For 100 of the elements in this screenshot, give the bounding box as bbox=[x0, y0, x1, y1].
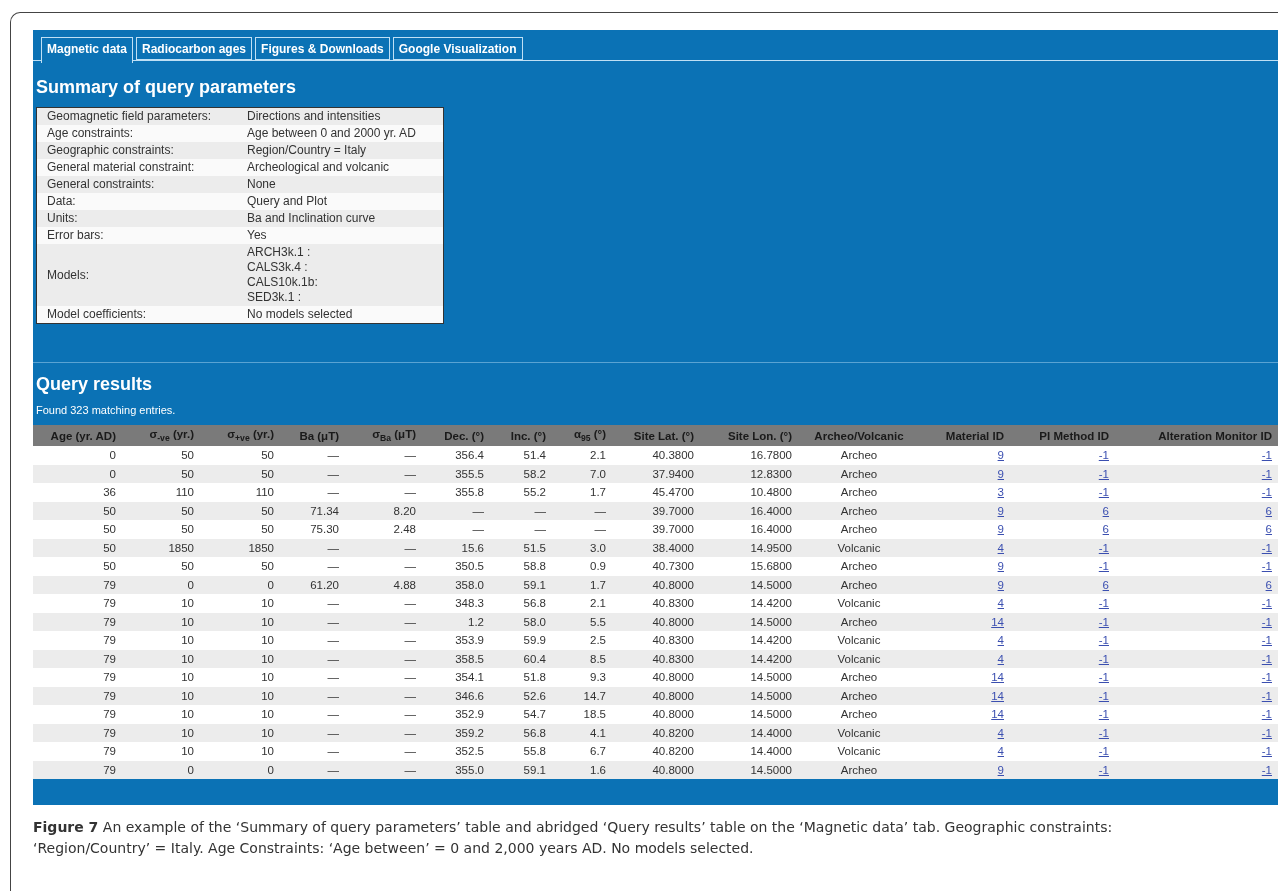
id-link[interactable]: 6 bbox=[1102, 523, 1109, 536]
id-link[interactable]: 14 bbox=[991, 689, 1004, 702]
id-link[interactable]: -1 bbox=[1098, 615, 1109, 628]
id-link[interactable]: -1 bbox=[1098, 560, 1109, 573]
table-cell: 79 bbox=[33, 668, 122, 687]
table-cell: Archeo bbox=[798, 686, 920, 706]
table-cell: 355.5 bbox=[422, 464, 490, 484]
id-link[interactable]: -1 bbox=[1261, 652, 1272, 665]
id-link[interactable]: 4 bbox=[997, 634, 1004, 647]
id-link[interactable]: -1 bbox=[1098, 467, 1109, 480]
id-link[interactable]: -1 bbox=[1261, 726, 1272, 739]
table-cell: 0 bbox=[122, 575, 200, 595]
table-cell: 14.4200 bbox=[700, 631, 798, 650]
id-link[interactable]: 3 bbox=[997, 486, 1004, 499]
id-link[interactable]: 9 bbox=[997, 578, 1004, 591]
table-cell: 56.8 bbox=[490, 723, 552, 743]
id-link[interactable]: -1 bbox=[1098, 708, 1109, 721]
table-cell: 14.5000 bbox=[700, 668, 798, 687]
id-link[interactable]: 6 bbox=[1102, 578, 1109, 591]
tab[interactable]: Google Visualization bbox=[392, 37, 523, 60]
parameter-value: None bbox=[247, 177, 277, 192]
id-link[interactable]: -1 bbox=[1261, 708, 1272, 721]
tab[interactable]: Radiocarbon ages bbox=[136, 37, 253, 60]
parameter-value: Region/Country = Italy bbox=[247, 143, 368, 158]
id-link[interactable]: 4 bbox=[997, 541, 1004, 554]
column-header: Ba (μT) bbox=[280, 425, 345, 447]
table-cell: 0 bbox=[122, 760, 200, 780]
id-link[interactable]: 6 bbox=[1265, 578, 1272, 591]
id-link[interactable]: 4 bbox=[997, 745, 1004, 758]
id-link[interactable]: -1 bbox=[1261, 467, 1272, 480]
id-link[interactable]: -1 bbox=[1098, 652, 1109, 665]
tab[interactable]: Magnetic data bbox=[41, 37, 133, 63]
table-cell: 55.2 bbox=[490, 483, 552, 502]
tab[interactable]: Figures & Downloads bbox=[255, 37, 390, 60]
table-cell: 354.1 bbox=[422, 668, 490, 687]
id-link[interactable]: 9 bbox=[997, 449, 1004, 462]
table-cell: Volcanic bbox=[798, 723, 920, 743]
id-link[interactable]: -1 bbox=[1098, 597, 1109, 610]
id-link[interactable]: -1 bbox=[1098, 745, 1109, 758]
column-header: Material ID bbox=[920, 425, 1010, 447]
table-cell: Archeo bbox=[798, 705, 920, 724]
id-link[interactable]: -1 bbox=[1261, 689, 1272, 702]
table-cell: 0 bbox=[200, 760, 280, 780]
table-cell: 79 bbox=[33, 612, 122, 632]
id-link[interactable]: 14 bbox=[991, 615, 1004, 628]
column-header: Site Lat. (°) bbox=[612, 425, 700, 447]
id-link[interactable]: 9 bbox=[997, 467, 1004, 480]
table-cell: 14.5000 bbox=[700, 575, 798, 595]
table-cell: 40.7300 bbox=[612, 557, 700, 576]
id-link[interactable]: -1 bbox=[1261, 486, 1272, 499]
id-link[interactable]: -1 bbox=[1261, 745, 1272, 758]
id-link[interactable]: -1 bbox=[1261, 560, 1272, 573]
id-link[interactable]: -1 bbox=[1098, 726, 1109, 739]
figure-caption: Figure 7 An example of the ‘Summary of query parameters’ table and abridged ‘Query results’ table on the ‘Magnetic data’ tab. Geographic constraints: ‘Region/Country’ = Italy. Age Constraints: ‘Age between’ = 0 and 2,000 years AD. No models selected. bbox=[33, 818, 1114, 858]
id-link[interactable]: 14 bbox=[991, 708, 1004, 721]
table-cell: 14.4200 bbox=[700, 594, 798, 613]
id-link[interactable]: 14 bbox=[991, 671, 1004, 684]
column-header: PI Method ID bbox=[1010, 425, 1115, 447]
table-cell: 0 bbox=[200, 575, 280, 595]
id-link[interactable]: -1 bbox=[1098, 763, 1109, 776]
id-link[interactable]: -1 bbox=[1098, 671, 1109, 684]
table-cell: 51.4 bbox=[490, 446, 552, 465]
id-link[interactable]: -1 bbox=[1098, 449, 1109, 462]
id-link[interactable]: 6 bbox=[1265, 504, 1272, 517]
id-link[interactable]: 4 bbox=[997, 597, 1004, 610]
id-link[interactable]: 6 bbox=[1102, 504, 1109, 517]
table-cell: 79 bbox=[33, 631, 122, 650]
table-cell: 52.6 bbox=[490, 686, 552, 706]
table-cell: 50 bbox=[122, 464, 200, 484]
id-link[interactable]: -1 bbox=[1261, 597, 1272, 610]
parameter-value: Yes bbox=[247, 228, 268, 243]
table-cell: 58.8 bbox=[490, 557, 552, 576]
table-cell: — bbox=[345, 557, 422, 576]
id-link[interactable]: 9 bbox=[997, 504, 1004, 517]
table-cell: 14.4000 bbox=[700, 742, 798, 761]
id-link[interactable]: -1 bbox=[1261, 634, 1272, 647]
table-cell: — bbox=[280, 686, 345, 706]
column-header: Archeo/Volcanic bbox=[798, 425, 920, 447]
table-cell: Archeo bbox=[798, 483, 920, 502]
id-link[interactable]: 4 bbox=[997, 726, 1004, 739]
table-cell: 50 bbox=[200, 501, 280, 521]
table-cell: 40.8000 bbox=[612, 575, 700, 595]
id-link[interactable]: 6 bbox=[1265, 523, 1272, 536]
id-link[interactable]: -1 bbox=[1261, 671, 1272, 684]
table-cell: 54.7 bbox=[490, 705, 552, 724]
id-link[interactable]: 4 bbox=[997, 652, 1004, 665]
id-link[interactable]: -1 bbox=[1098, 634, 1109, 647]
id-link[interactable]: -1 bbox=[1098, 541, 1109, 554]
id-link[interactable]: -1 bbox=[1261, 449, 1272, 462]
id-link[interactable]: -1 bbox=[1261, 541, 1272, 554]
id-link[interactable]: -1 bbox=[1261, 763, 1272, 776]
id-link[interactable]: -1 bbox=[1261, 615, 1272, 628]
result-count: Found 323 matching entries. bbox=[36, 404, 177, 416]
table-cell: 10.4800 bbox=[700, 483, 798, 502]
id-link[interactable]: 9 bbox=[997, 560, 1004, 573]
id-link[interactable]: -1 bbox=[1098, 486, 1109, 499]
id-link[interactable]: 9 bbox=[997, 523, 1004, 536]
table-cell: 37.9400 bbox=[612, 464, 700, 484]
id-link[interactable]: -1 bbox=[1098, 689, 1109, 702]
id-link[interactable]: 9 bbox=[997, 763, 1004, 776]
